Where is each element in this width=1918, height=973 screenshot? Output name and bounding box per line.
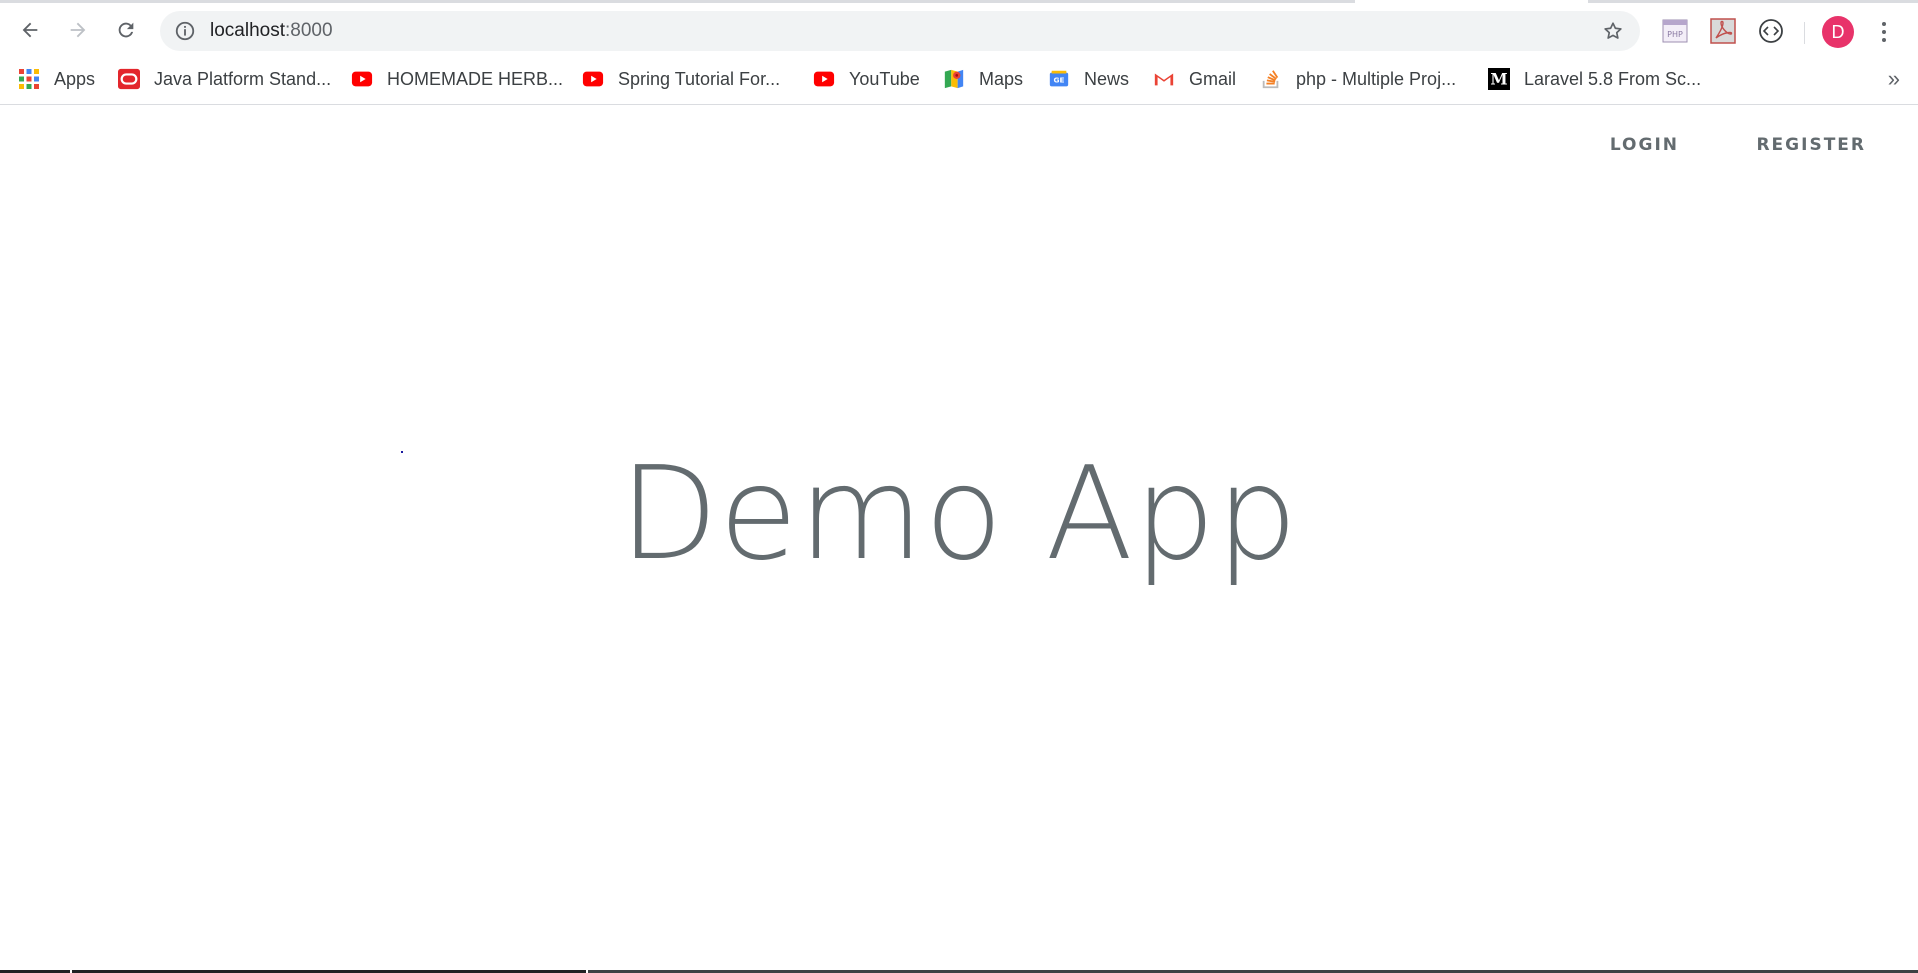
page-title: Demo App <box>619 440 1299 589</box>
address-host: localhost <box>210 20 285 41</box>
maps-icon <box>943 68 965 90</box>
login-link[interactable]: LOGIN <box>1610 135 1679 155</box>
acrobat-icon <box>1710 18 1736 44</box>
address-port: :8000 <box>285 20 333 41</box>
bookmark-label: Laravel 5.8 From Sc... <box>1524 68 1702 89</box>
browser-menu-icon[interactable] <box>1872 18 1896 46</box>
bookmark-label: Java Platform Stand... <box>154 68 332 89</box>
oracle-icon <box>118 68 140 90</box>
reload-button[interactable] <box>108 12 144 48</box>
youtube-icon <box>351 68 373 90</box>
more-bookmarks-button[interactable]: » <box>1888 64 1900 94</box>
forward-button[interactable] <box>60 12 96 48</box>
gmail-icon <box>1153 68 1175 90</box>
bookmark-php-multiple-proj[interactable]: php - Multiple Proj... <box>1260 64 1456 94</box>
youtube-icon <box>813 68 835 90</box>
svg-text:GE: GE <box>1053 76 1064 85</box>
bookmark-label: php - Multiple Proj... <box>1296 68 1457 89</box>
code-extension-icon[interactable] <box>1758 18 1784 44</box>
bookmark-apps[interactable]: Apps <box>18 64 95 94</box>
apps-grid-icon <box>18 68 40 90</box>
code-circle-icon <box>1759 19 1783 43</box>
bookmark-star-icon[interactable] <box>1602 20 1624 42</box>
medium-icon: M <box>1488 68 1510 90</box>
bookmark-label: HOMEMADE HERB... <box>387 68 564 89</box>
reload-icon <box>118 22 134 38</box>
bookmark-spring-tutorial[interactable]: Spring Tutorial For... <box>582 64 780 94</box>
web-page: LOGIN REGISTER Demo App <box>0 105 1918 973</box>
register-link[interactable]: REGISTER <box>1756 135 1866 155</box>
svg-text:PHP: PHP <box>1667 30 1683 39</box>
browser-toolbar: localhost:8000 PHP D <box>0 4 1918 56</box>
bookmark-maps[interactable]: Maps <box>943 64 1023 94</box>
stackoverflow-icon <box>1260 68 1282 90</box>
news-icon: GE <box>1048 68 1070 90</box>
arrow-left-icon <box>22 22 38 38</box>
toolbar-divider <box>1804 22 1805 44</box>
svg-text:M: M <box>1490 70 1507 89</box>
bookmark-youtube[interactable]: YouTube <box>813 64 920 94</box>
bookmark-laravel-from-scratch[interactable]: M Laravel 5.8 From Sc... <box>1488 64 1701 94</box>
bookmark-label: Gmail <box>1189 68 1237 89</box>
php-extension-graphic: PHP <box>1662 19 1688 43</box>
pdf-extension-icon[interactable] <box>1710 18 1736 44</box>
profile-avatar[interactable]: D <box>1822 16 1854 48</box>
bookmarks-bar: Apps Java Platform Stand... HOMEMADE HER… <box>0 56 1918 105</box>
bookmark-gmail[interactable]: Gmail <box>1153 64 1236 94</box>
bookmark-java-platform[interactable]: Java Platform Stand... <box>118 64 331 94</box>
bookmark-label: YouTube <box>849 68 920 89</box>
bookmark-label: Apps <box>54 68 96 89</box>
back-button[interactable] <box>12 12 48 48</box>
address-bar[interactable]: localhost:8000 <box>160 11 1640 51</box>
bookmark-label: Maps <box>979 68 1024 89</box>
php-extension-icon[interactable]: PHP <box>1662 18 1688 44</box>
arrow-right-icon <box>70 22 86 38</box>
bookmark-news[interactable]: GE News <box>1048 64 1129 94</box>
tab-strip-line <box>0 0 1355 3</box>
bookmark-homemade-herb[interactable]: HOMEMADE HERB... <box>351 64 563 94</box>
bookmark-label: News <box>1084 68 1130 89</box>
info-icon[interactable] <box>174 20 196 42</box>
youtube-icon <box>582 68 604 90</box>
tab-strip-line-right <box>1588 0 1918 3</box>
address-url[interactable]: localhost:8000 <box>210 11 333 51</box>
bookmark-label: Spring Tutorial For... <box>618 68 781 89</box>
